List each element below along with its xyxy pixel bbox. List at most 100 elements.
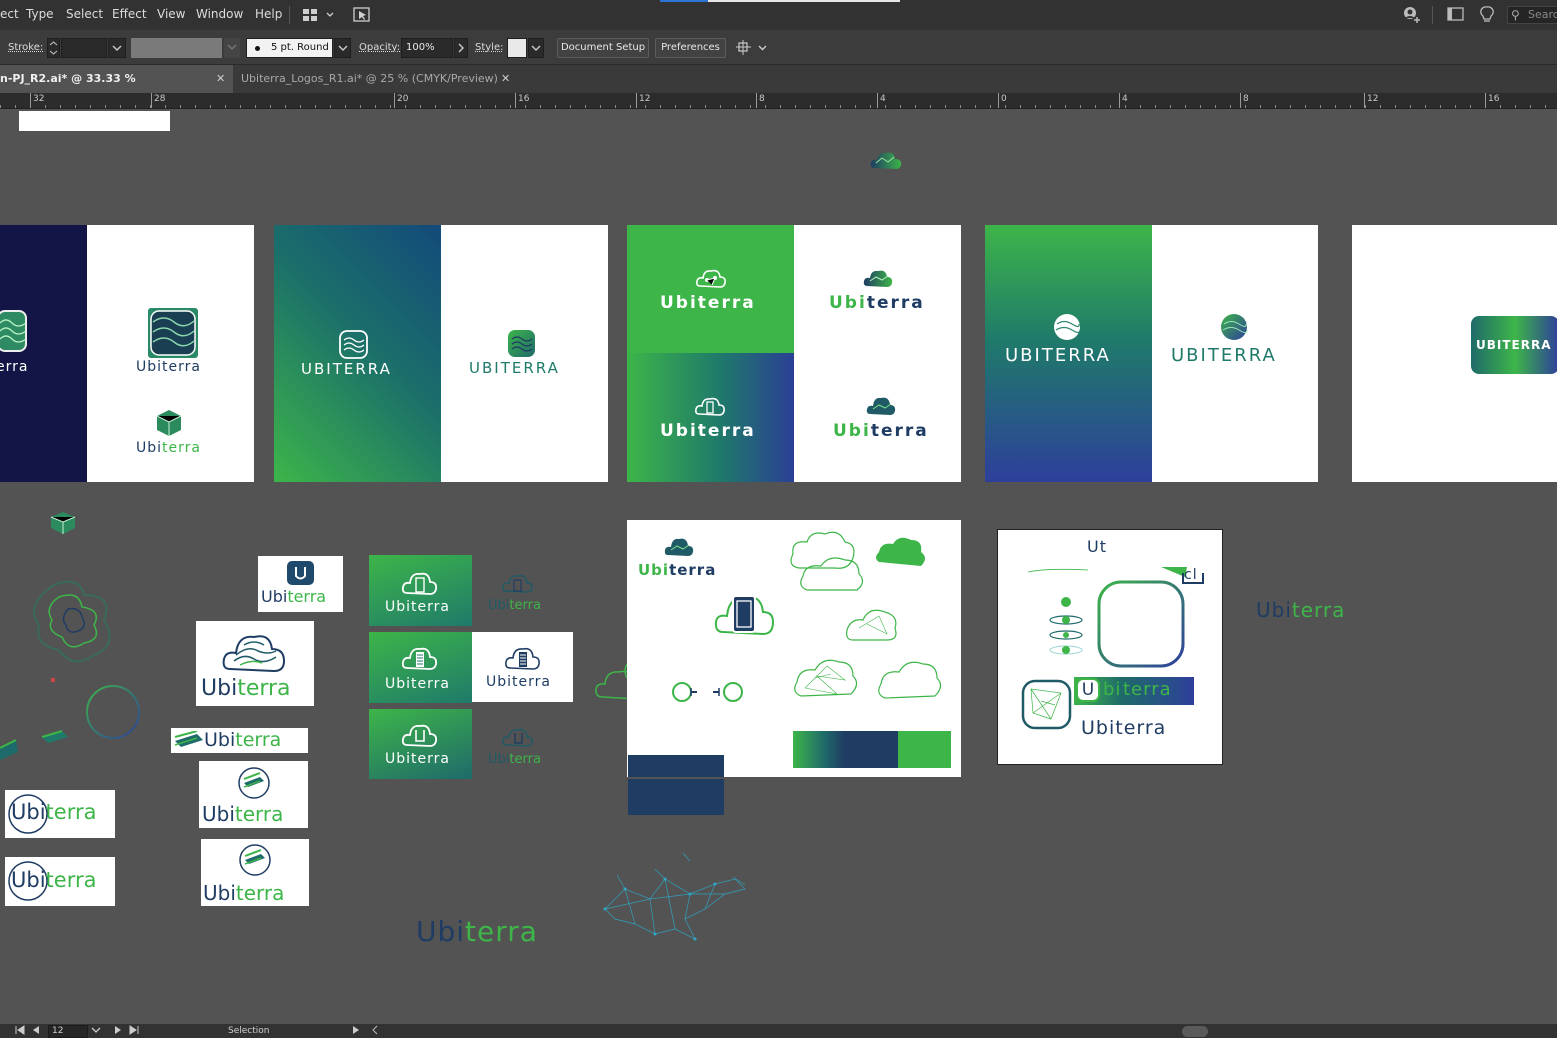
artboard-canvas[interactable]: erra Ubiterra Ubiterra UBITERRA UBITERRA [0,109,1557,1024]
cloud-u-outline-logo[interactable]: Ubiterra [486,723,562,777]
badge-logo: UBITERRA [1471,316,1557,374]
preferences-button[interactable]: Preferences [655,38,726,58]
layer-shape[interactable] [0,734,20,768]
gpu-preview-icon[interactable] [353,7,371,26]
graphic-style-dropdown[interactable] [528,38,544,58]
opacity-flyout-button[interactable] [454,38,468,58]
ruler-tick-label: 16 [1485,93,1499,108]
user-account-icon[interactable] [1402,6,1422,28]
gradient-wordmark-bar: U bi terra [1074,677,1194,705]
green-tile-logo[interactable]: Ubiterra [369,709,472,779]
concept-mark-ut: Ut [1087,537,1107,556]
logo-card-u-icon[interactable]: Ubiterra [258,556,343,612]
artboard-2[interactable]: UBITERRA UBITERRA [274,225,608,482]
ruler-tick-label: 8 [1240,93,1249,108]
arrange-documents-icon[interactable] [302,8,334,25]
green-tile-logo[interactable]: Ubiterra [369,555,472,626]
menu-select[interactable]: Select [66,7,103,21]
brush-dropdown[interactable] [334,38,351,58]
wordmark-terra: terra [870,421,929,441]
artboard-1[interactable]: erra Ubiterra Ubiterra [0,225,254,482]
logo-wordmark-two-tone: Ubiterra [201,676,291,701]
topographic-shape[interactable] [24,575,124,679]
logo-card-orbit-layers-2[interactable]: Ubiterra [201,839,309,906]
cloud-server-icon [401,644,439,676]
menu-view[interactable]: View [157,7,185,21]
last-artboard-icon[interactable] [128,1024,140,1038]
artboard-5[interactable]: UBITERRA [1352,225,1557,482]
wordmark-terra: terra [237,676,291,701]
document-setup-button[interactable]: Document Setup [557,38,649,58]
white-rectangle-object[interactable] [19,111,170,131]
anchor-point[interactable] [51,678,55,682]
artboard-dropdown-icon[interactable] [89,1024,103,1038]
status-menu-icon[interactable] [351,1024,361,1038]
cloud-server-outline-logo[interactable]: Ubiterra [486,569,562,623]
menu-window[interactable]: Window [196,7,243,21]
artboard-u-concept[interactable]: Ut cl U bi terra Ubiterra [997,529,1223,765]
tile-wordmark: Ubiterra [385,751,450,767]
graphic-style-swatch[interactable] [507,38,527,58]
search-icon: ⚲ [1511,8,1520,22]
stray-wordmark[interactable]: Ubiterra [1256,598,1345,622]
menu-edit[interactable]: ect [0,7,19,21]
wordmark-terra: terra [866,293,925,313]
stroke-weight-field[interactable] [61,38,107,58]
artboard-cloud-sketches[interactable]: Ubiterra [627,520,961,777]
cloud-server-icon-dark [713,586,777,644]
logo-card-circle-u[interactable]: Ubiterra [5,790,115,838]
logo-card-topo-cloud[interactable]: Ubiterra [196,621,314,706]
navy-rectangle-object[interactable] [628,755,724,777]
artboard-number-field[interactable]: 12 [48,1025,88,1038]
opacity-field[interactable]: 100% [401,38,453,58]
layer-shape[interactable] [40,729,70,749]
next-artboard-icon[interactable] [113,1024,123,1038]
logo-wordmark: Ubiterra [660,293,756,313]
opacity-label: Opacity: [359,42,401,53]
artboard-3[interactable]: Ubiterra Ubiterra Ubiterra Ubiterra [627,225,961,482]
navy-rectangle-object[interactable] [628,779,724,815]
logo-card-orbit-layers[interactable]: Ubiterra [199,761,308,828]
stroke-weight-dropdown[interactable] [108,38,126,58]
close-tab-icon[interactable]: ✕ [216,65,225,93]
tab-ubiterra-logos-r1[interactable]: Ubiterra_Logos_R1.ai* @ 25 % (CMYK/Previ… [233,65,519,93]
green-tile-logo[interactable]: Ubiterra [369,632,472,703]
search-input[interactable]: ⚲ Search [1507,6,1557,24]
workspace-switcher-icon[interactable] [1447,6,1465,26]
ruler-tick-label: 16 [515,93,529,108]
logo-card-layers-inline[interactable]: Ubiterra [171,728,308,753]
menu-effect[interactable]: Effect [112,7,147,21]
scroll-left-icon[interactable] [370,1024,380,1038]
logo-card-circle-u-2[interactable]: Ubiterra [5,857,115,906]
wordmark-ubi: Ubi [416,915,466,948]
badge-wordmark: UBITERRA [1476,338,1552,352]
wordmark-terra: terra [162,440,201,456]
stroke-weight-stepper[interactable] [47,38,60,58]
gradient-circle[interactable] [85,684,141,744]
swatch-green [898,731,951,768]
cloud-circuit-icon-color [862,265,894,293]
stray-wordmark-large[interactable]: Ubiterra [416,915,538,948]
horizontal-scrollbar-thumb[interactable] [1182,1026,1208,1037]
cube-icon[interactable] [49,511,77,539]
first-artboard-icon[interactable] [14,1024,26,1038]
close-tab-icon[interactable]: ✕ [501,65,510,93]
lightbulb-icon[interactable] [1480,6,1494,28]
variable-width-dropdown[interactable] [224,38,240,58]
variable-width-profile[interactable] [131,38,222,58]
menu-help[interactable]: Help [255,7,282,21]
tab-document-pj-r2[interactable]: n-PJ_R2.ai* @ 33.33 % (CMYK/Preview) ✕ [0,65,233,113]
logo-wordmark-two-tone: Ubiterra [202,802,283,826]
previous-artboard-icon[interactable] [31,1024,41,1038]
white-tile-logo[interactable]: Ubiterra [472,632,573,702]
brush-definition-field[interactable]: 5 pt. Round [246,38,333,58]
curve-stroke [1028,568,1088,573]
menu-type[interactable]: Type [26,7,54,21]
wordmark-ubi: Ubi [204,729,236,751]
small-cloud-logo[interactable] [870,148,904,176]
network-mesh-shape[interactable] [595,849,750,953]
wordmark-ubi: Ubi [11,800,46,824]
cube-icon [154,408,184,442]
align-selection-icon[interactable] [735,39,769,60]
artboard-4[interactable]: UBITERRA UBITERRA [985,225,1318,482]
